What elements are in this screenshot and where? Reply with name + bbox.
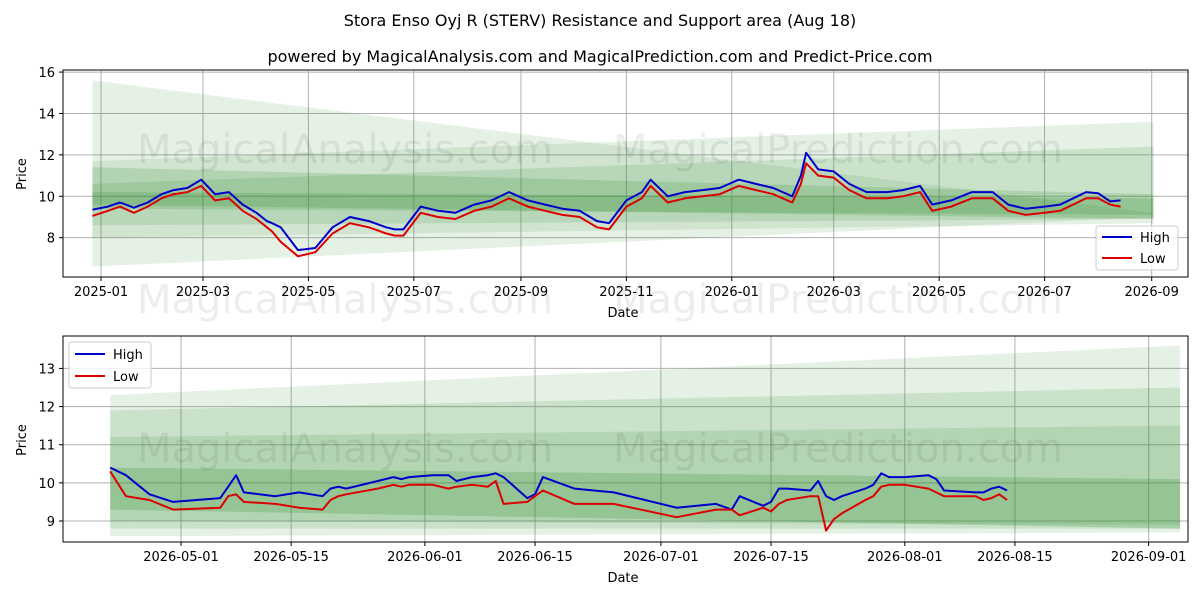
bottom-x-axis-label: Date <box>607 571 638 586</box>
watermark-left-mid: MagicalAnalysis.com <box>137 277 553 323</box>
bottom-x-tick-label: 2026-07-15 <box>733 550 809 565</box>
bottom-legend-high-label: High <box>113 348 143 363</box>
top-y-tick-label: 16 <box>38 66 55 81</box>
top-y-tick-label: 14 <box>38 107 55 122</box>
chart-subtitle: powered by MagicalAnalysis.com and Magic… <box>267 47 932 66</box>
top-x-tick-label: 2025-07 <box>387 285 441 300</box>
bottom-legend-low-label: Low <box>113 370 139 385</box>
bottom-y-tick-label: 13 <box>38 362 55 377</box>
top-x-axis-label: Date <box>607 306 638 321</box>
top-legend: High Low <box>1095 225 1179 271</box>
bottom-x-tick-label: 2026-07-01 <box>623 550 699 565</box>
watermark-right-top: MagicalPrediction.com <box>613 127 1063 173</box>
top-y-tick-label: 8 <box>47 232 55 247</box>
top-y-tick-label: 12 <box>38 149 55 164</box>
top-x-tick-label: 2026-01 <box>705 285 759 300</box>
top-y-tick-label: 10 <box>38 190 55 205</box>
top-x-tick-label: 2026-03 <box>807 285 861 300</box>
watermark-left-top: MagicalAnalysis.com <box>137 127 553 173</box>
chart-title: Stora Enso Oyj R (STERV) Resistance and … <box>344 11 857 30</box>
bottom-y-tick-label: 10 <box>38 477 55 492</box>
top-x-tick-label: 2025-05 <box>281 285 335 300</box>
bottom-x-tick-label: 2026-05-01 <box>143 550 219 565</box>
top-y-axis-label: Price <box>15 158 30 190</box>
bottom-x-tick-label: 2026-08-01 <box>867 550 943 565</box>
top-x-tick-label: 2025-11 <box>599 285 653 300</box>
bottom-legend: High Low <box>68 341 152 389</box>
top-x-tick-label: 2025-01 <box>74 285 128 300</box>
bottom-x-tick-label: 2026-06-01 <box>387 550 463 565</box>
chart-figure: Stora Enso Oyj R (STERV) Resistance and … <box>0 0 1200 600</box>
bottom-y-tick-label: 12 <box>38 401 55 416</box>
top-legend-high-label: High <box>1140 231 1170 246</box>
top-x-tick-label: 2026-07 <box>1017 285 1071 300</box>
top-x-tick-label: 2026-09 <box>1125 285 1179 300</box>
top-x-tick-label: 2026-05 <box>912 285 966 300</box>
bottom-y-axis-label: Price <box>15 424 30 456</box>
top-x-tick-label: 2025-09 <box>494 285 548 300</box>
watermark-right-mid: MagicalPrediction.com <box>613 277 1063 323</box>
top-x-tick-label: 2025-03 <box>176 285 230 300</box>
top-legend-low-label: Low <box>1140 252 1166 267</box>
watermark-right-bottom: MagicalPrediction.com <box>613 426 1063 472</box>
bottom-y-tick-label: 11 <box>38 439 55 454</box>
bottom-x-tick-label: 2026-08-15 <box>977 550 1053 565</box>
watermark-left-bottom: MagicalAnalysis.com <box>137 426 553 472</box>
bottom-y-tick-label: 9 <box>47 515 55 530</box>
bottom-x-tick-label: 2026-06-15 <box>497 550 573 565</box>
bottom-x-tick-label: 2026-05-15 <box>253 550 329 565</box>
bottom-x-tick-label: 2026-09-01 <box>1111 550 1187 565</box>
